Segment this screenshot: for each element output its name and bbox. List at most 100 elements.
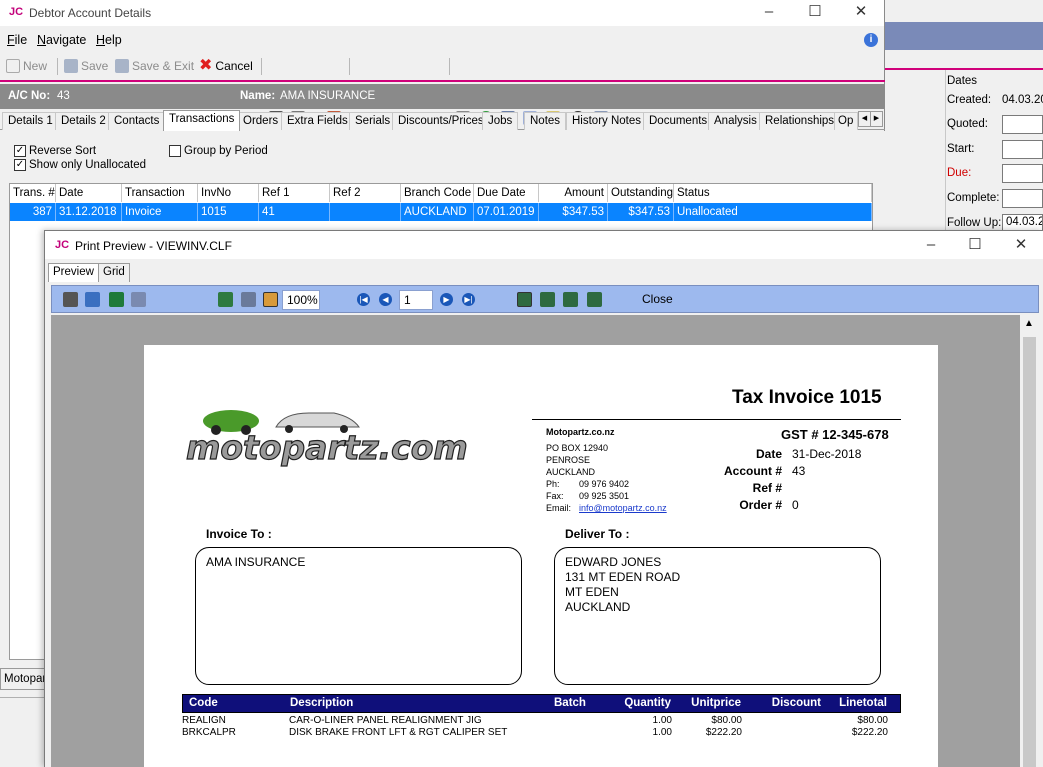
grid-column-header[interactable]: Amount xyxy=(539,184,608,202)
menu-help[interactable]: Help xyxy=(96,33,122,47)
show-unallocated-checkbox[interactable]: ✓ Show only Unallocated xyxy=(14,159,146,171)
save-exit-button[interactable]: Save & Exit xyxy=(115,57,194,75)
next-page-icon[interactable]: ▶ xyxy=(440,293,453,306)
invoice-meta-label: Ref # xyxy=(752,481,782,495)
logo-text: motopartz.com xyxy=(186,428,468,467)
first-page-icon[interactable]: |◀ xyxy=(357,293,370,306)
fit-width-icon[interactable] xyxy=(241,292,256,307)
scroll-thumb[interactable] xyxy=(1023,337,1036,767)
company-email-link[interactable]: info@motopartz.co.nz xyxy=(579,503,667,513)
close-preview-button[interactable]: Close xyxy=(642,292,673,306)
date-field-input[interactable] xyxy=(1002,164,1043,183)
grid-column-header[interactable]: Ref 2 xyxy=(330,184,401,202)
minimize-icon[interactable]: – xyxy=(908,233,954,259)
toolbar-separator xyxy=(349,58,350,75)
item-cell: DISK BRAKE FRONT LFT & RGT CALIPER SET xyxy=(289,727,508,738)
date-field-input[interactable] xyxy=(1002,140,1043,159)
four-pages-icon[interactable] xyxy=(563,292,578,307)
tab-op[interactable]: Op xyxy=(834,112,858,130)
grid-column-header[interactable]: Status xyxy=(674,184,872,202)
table-cell: 387 xyxy=(10,203,56,221)
grid-column-header[interactable]: Due Date xyxy=(474,184,539,202)
tab-scroll-right-icon[interactable]: ▶ xyxy=(870,111,883,127)
tab-extra-fields[interactable]: Extra Fields xyxy=(281,112,354,130)
account-header: A/C No: 43 Name: AMA INSURANCE xyxy=(0,84,885,109)
debtor-titlebar: JC Debtor Account Details – ☐ ✕ xyxy=(0,0,884,26)
page-setup-icon[interactable] xyxy=(218,292,233,307)
scroll-up-icon[interactable]: ▲ xyxy=(1024,318,1034,329)
item-cell: REALIGN xyxy=(182,715,226,726)
table-cell: 31.12.2018 xyxy=(56,203,122,221)
grid-column-header[interactable]: Ref 1 xyxy=(259,184,330,202)
group-by-period-checkbox[interactable]: Group by Period xyxy=(169,145,268,157)
background-header-bar xyxy=(885,22,1043,50)
close-icon[interactable]: ✕ xyxy=(838,0,884,26)
toolbar: New Save Save & Exit ✖Cancel ▼ |◀ ◀ ▶ ▶|… xyxy=(0,53,885,126)
table-row[interactable]: 387 31.12.2018 Invoice 1015 41 AUCKLAND 07.01.… xyxy=(10,203,872,221)
menu-file[interactable]: File xyxy=(7,33,27,47)
invoice-meta-label: Order # xyxy=(739,498,782,512)
new-icon xyxy=(6,59,20,73)
tab-details-2[interactable]: Details 2 xyxy=(55,112,112,130)
grid-column-header[interactable]: Transaction xyxy=(122,184,198,202)
tab-transactions[interactable]: Transactions xyxy=(163,110,241,131)
maximize-icon[interactable]: ☐ xyxy=(792,0,838,26)
date-field-label: Start: xyxy=(947,143,975,155)
two-pages-icon[interactable] xyxy=(540,292,555,307)
preview-canvas: Tax Invoice 1015 motopartz.com Motopartz… xyxy=(51,315,1020,767)
multi-pages-icon[interactable] xyxy=(587,292,602,307)
date-field-input[interactable] xyxy=(1002,189,1043,208)
grid-column-header[interactable]: Outstanding xyxy=(608,184,674,202)
fit-page-icon[interactable] xyxy=(263,292,278,307)
company-email-label: Email: xyxy=(546,503,572,513)
tab-history-notes[interactable]: History Notes xyxy=(566,112,648,130)
reverse-sort-checkbox[interactable]: ✓ Reverse Sort xyxy=(14,145,96,157)
print-icon[interactable] xyxy=(63,292,78,307)
table-cell: 41 xyxy=(259,203,330,221)
tab-discounts-prices[interactable]: Discounts/Prices xyxy=(392,112,490,130)
table-cell: AUCKLAND xyxy=(401,203,474,221)
company-city: AUCKLAND xyxy=(546,467,596,477)
maximize-icon[interactable]: ☐ xyxy=(952,233,998,259)
save-button[interactable]: Save xyxy=(64,57,108,75)
new-button[interactable]: New xyxy=(6,57,47,75)
grid-column-header[interactable]: InvNo xyxy=(198,184,259,202)
single-page-icon[interactable] xyxy=(517,292,532,307)
invoice-to-box: AMA INSURANCE xyxy=(195,547,522,685)
prev-page-icon[interactable]: ◀ xyxy=(379,293,392,306)
export-icon[interactable] xyxy=(85,292,100,307)
menu-navigate[interactable]: Navigate xyxy=(37,33,86,47)
tab-analysis[interactable]: Analysis xyxy=(708,112,763,130)
copy-icon[interactable] xyxy=(131,292,146,307)
tab-contacts[interactable]: Contacts xyxy=(108,112,166,130)
bottom-tab[interactable]: Motopar xyxy=(0,668,46,690)
cancel-button[interactable]: ✖ Cancel xyxy=(199,57,253,75)
grid-column-header[interactable]: Date xyxy=(56,184,122,202)
zoom-input[interactable]: 100% xyxy=(282,290,320,310)
vertical-scrollbar[interactable]: ▲ xyxy=(1020,315,1039,767)
minimize-icon[interactable]: – xyxy=(746,0,792,26)
tab-relationships[interactable]: Relationships xyxy=(759,112,841,130)
tab-jobs[interactable]: Jobs xyxy=(482,112,519,130)
invoice-page: Tax Invoice 1015 motopartz.com Motopartz… xyxy=(144,345,938,767)
last-page-icon[interactable]: ▶| xyxy=(462,293,475,306)
grid-column-header[interactable]: Branch Code xyxy=(401,184,474,202)
grid-column-header[interactable]: Trans. # xyxy=(10,184,56,202)
tab-details-1[interactable]: Details 1 xyxy=(2,112,59,130)
preview-toolbar: 100% |◀ ◀ 1 ▶ ▶| Close xyxy=(51,285,1039,313)
tab-serials[interactable]: Serials xyxy=(349,112,397,130)
tab-notes[interactable]: Notes xyxy=(524,112,567,130)
excel-icon[interactable] xyxy=(109,292,124,307)
new-label: New xyxy=(23,59,48,73)
page-number-input[interactable]: 1 xyxy=(399,290,433,310)
tab-preview[interactable]: Preview xyxy=(48,263,99,282)
date-field-input[interactable] xyxy=(1002,115,1043,134)
items-column-header: Unitprice xyxy=(691,697,741,709)
info-icon[interactable]: i xyxy=(864,33,878,47)
close-icon[interactable]: ✕ xyxy=(998,233,1043,259)
invoice-meta-value: 0 xyxy=(792,498,799,512)
tab-grid[interactable]: Grid xyxy=(98,263,130,282)
name-label: Name: xyxy=(240,90,276,102)
tab-orders[interactable]: Orders xyxy=(237,112,285,130)
tab-documents[interactable]: Documents xyxy=(643,112,714,130)
